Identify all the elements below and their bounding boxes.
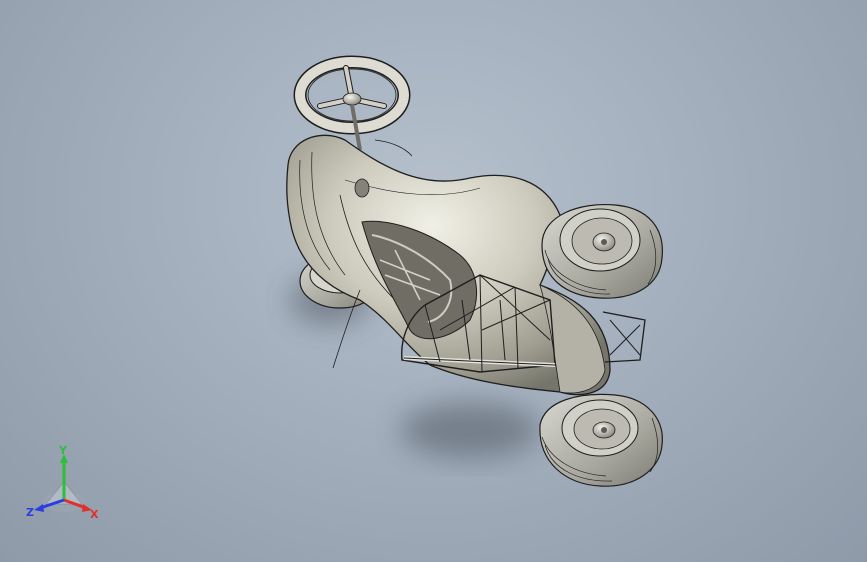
x-axis-label: X (90, 508, 99, 521)
graphics-viewport[interactable]: Y X Z (0, 0, 867, 562)
front-right-wheel[interactable] (541, 203, 663, 299)
z-axis-label: Z (26, 506, 34, 519)
view-orientation-triad[interactable]: Y X Z (24, 444, 108, 526)
y-axis-label: Y (58, 446, 68, 457)
rear-right-wheel[interactable] (539, 393, 663, 487)
kart-3d-model[interactable] (0, 0, 867, 562)
